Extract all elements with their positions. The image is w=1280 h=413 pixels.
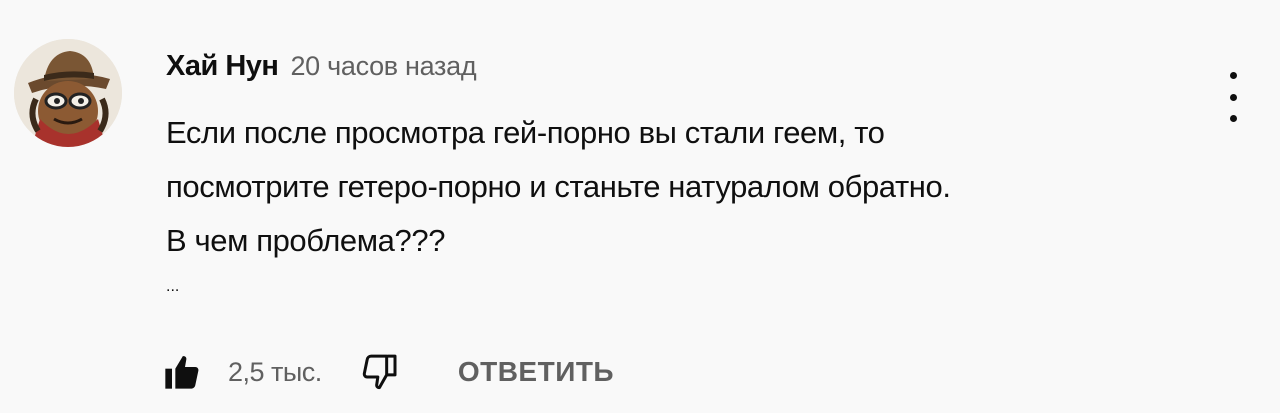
reply-button[interactable]: ОТВЕТИТЬ <box>458 356 614 388</box>
thumb-down-outline-icon <box>362 354 397 390</box>
comment-header: Хай Нун 20 часов назад <box>166 50 477 84</box>
avatar-image <box>14 39 122 147</box>
thumb-up-filled-icon <box>165 356 199 389</box>
like-button[interactable] <box>160 350 204 394</box>
menu-dot <box>1229 93 1237 101</box>
comment-text-line: В чем проблема??? <box>166 223 446 258</box>
dislike-button[interactable] <box>358 350 402 394</box>
comment-thread: Хай Нун 20 часов назад Если после просмо… <box>0 0 1280 413</box>
more-vertical-icon[interactable] <box>1216 72 1250 122</box>
comment-timestamp[interactable]: 20 часов назад <box>290 51 476 82</box>
comment-text-line: посмотрите гетеро-порно и станьте натура… <box>166 169 951 204</box>
menu-dot <box>1229 72 1237 79</box>
avatar[interactable] <box>14 39 122 147</box>
author-name[interactable]: Хай Нун <box>166 50 279 83</box>
comment-actions: 2,5 тыс. ОТВЕТИТЬ <box>160 348 614 396</box>
comment-text: Если после просмотра гей-порно вы стали … <box>166 106 1186 268</box>
read-more-ellipsis[interactable]: ... <box>166 278 179 296</box>
like-count: 2,5 тыс. <box>228 356 322 387</box>
comment-text-line: Если после просмотра гей-порно вы стали … <box>166 115 885 150</box>
menu-dot <box>1229 115 1237 122</box>
